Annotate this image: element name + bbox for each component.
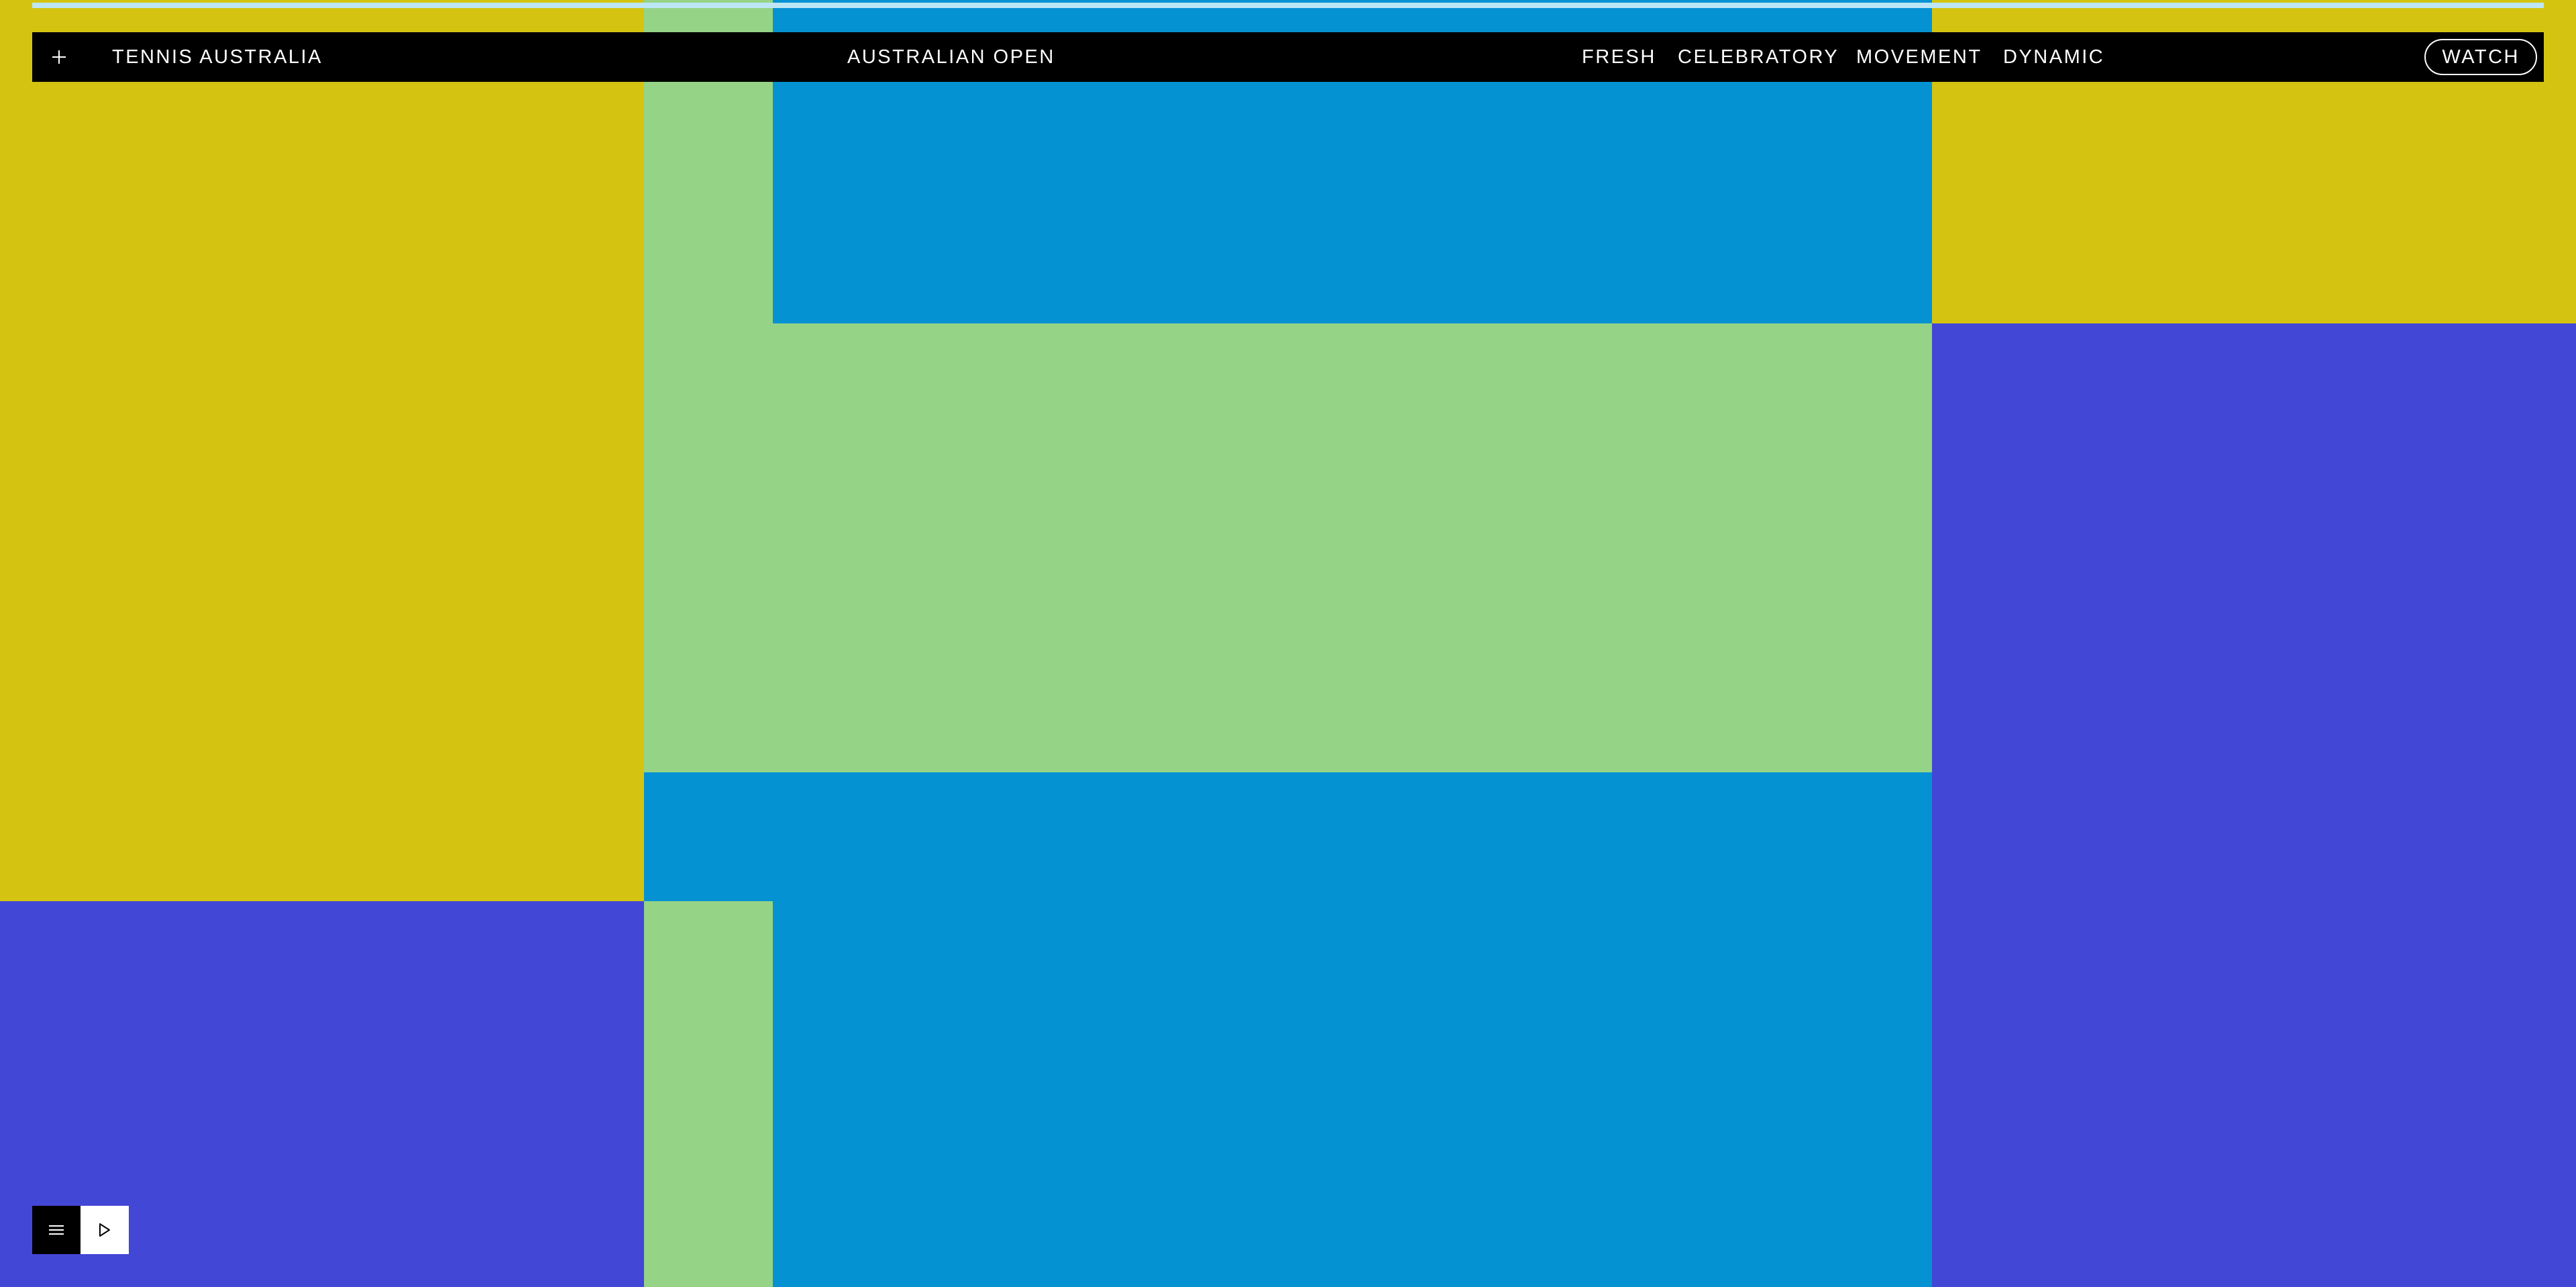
nav-link-dynamic[interactable]: DYNAMIC (2003, 32, 2104, 82)
menu-button[interactable] (32, 1206, 80, 1254)
color-block-green-middle (644, 323, 1932, 772)
progress-bar (32, 3, 2544, 8)
nav-link-celebratory[interactable]: CELEBRATORY (1678, 32, 1839, 82)
play-icon (99, 1223, 110, 1237)
nav-link-fresh[interactable]: FRESH (1582, 32, 1656, 82)
color-block-yellow-left (0, 0, 644, 901)
hamburger-icon (49, 1225, 64, 1235)
color-block-purple-right (1932, 323, 2576, 1287)
nav-link-movement[interactable]: MOVEMENT (1856, 32, 1982, 82)
brand-link[interactable]: TENNIS AUSTRALIA (112, 32, 323, 82)
play-button[interactable] (80, 1206, 129, 1254)
progress-bar-fill (32, 3, 2544, 8)
playback-controls (32, 1206, 129, 1254)
event-link[interactable]: AUSTRALIAN OPEN (847, 32, 1055, 82)
page: TENNIS AUSTRALIA AUSTRALIAN OPEN FRESH C… (0, 0, 2576, 1287)
plus-icon[interactable] (47, 45, 71, 69)
watch-button[interactable]: WATCH (2424, 39, 2537, 75)
top-navigation-bar: TENNIS AUSTRALIA AUSTRALIAN OPEN FRESH C… (32, 32, 2544, 82)
color-block-blue-bottom (644, 772, 1932, 1287)
color-block-green-strip-bottom (644, 901, 773, 1287)
